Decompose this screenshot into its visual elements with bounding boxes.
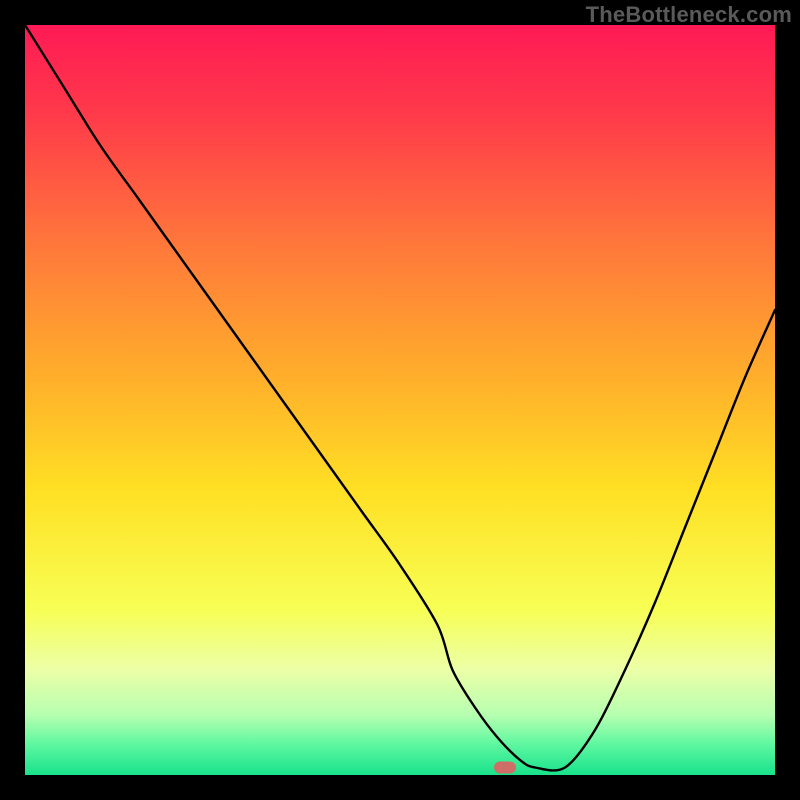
bottleneck-chart xyxy=(25,25,775,775)
optimal-marker xyxy=(494,762,516,774)
watermark-text: TheBottleneck.com xyxy=(586,2,792,28)
chart-frame: TheBottleneck.com xyxy=(0,0,800,800)
chart-background xyxy=(25,25,775,775)
plot-area xyxy=(25,25,775,775)
